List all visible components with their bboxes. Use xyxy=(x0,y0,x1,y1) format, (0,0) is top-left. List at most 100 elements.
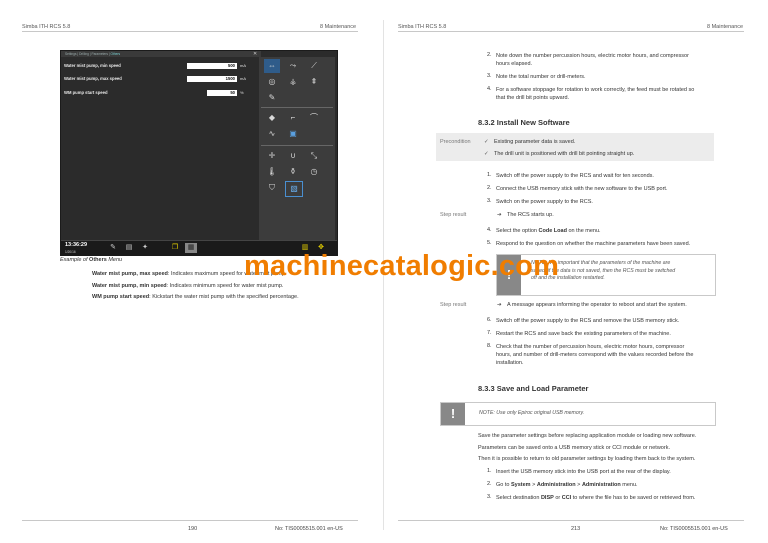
paragraph: Parameters can be saved onto a USB memor… xyxy=(478,445,670,451)
step-number: 2. xyxy=(487,52,492,58)
step-number: 6. xyxy=(487,317,492,323)
document-icon: ▤ xyxy=(125,244,133,251)
wave-icon: ∿ xyxy=(268,129,276,138)
description-min-speed: Water mist pump, min speed: Indicates mi… xyxy=(92,283,284,289)
others-selected-icon: ▧ xyxy=(285,181,303,197)
rig-arm-icon: ⤳ xyxy=(289,61,297,70)
step-text: Restart the RCS and save back the existi… xyxy=(496,331,671,337)
icon-divider xyxy=(261,107,333,108)
step-number: 2. xyxy=(487,481,492,487)
param-row: Water mist pump, max speed 1500 mA xyxy=(64,76,246,82)
left-page-number: 190 xyxy=(188,526,198,532)
oil-icon: ⚱ xyxy=(289,167,297,176)
left-doc-number: No: TIS0005515.001 en-US xyxy=(275,526,343,532)
edit-icon: ✎ xyxy=(110,244,116,251)
step-text: Insert the USB memory stick into the USB… xyxy=(496,469,671,475)
close-icon: ✕ xyxy=(253,51,258,57)
arrow-right-icon: ➔ xyxy=(497,302,502,308)
right-header-rule xyxy=(398,31,744,32)
arrow-right-icon: ➔ xyxy=(497,212,502,218)
step-number: 4. xyxy=(487,86,492,92)
grid-icon: ▦ xyxy=(185,243,197,253)
water-icon: ▣ xyxy=(289,129,297,138)
param-value-field: 500 xyxy=(187,63,237,69)
feed-icon: ⟋ xyxy=(311,61,317,70)
step-text: Switch off the power supply to the RCS a… xyxy=(496,318,680,324)
figure-caption: Example of Others Menu xyxy=(60,257,123,263)
right-header-title: Simba ITH RCS 5.8 xyxy=(398,24,447,30)
precondition-label: Precondition xyxy=(440,139,471,145)
step-number: 3. xyxy=(487,494,492,500)
step-number: 3. xyxy=(487,198,492,204)
param-row: Water mist pump, min speed 500 mA xyxy=(64,63,246,69)
step-text: Switch on the power supply to the RCS. xyxy=(496,199,593,205)
clock: 13:36:29 xyxy=(65,242,88,248)
section-heading-save: 8.3.3 Save and Load Parameter xyxy=(478,384,589,393)
drill-tool-icon: ⇔ xyxy=(264,59,280,73)
paragraph: Save the parameter settings before repla… xyxy=(478,433,697,439)
step-text: Check that the number of percussion hour… xyxy=(496,344,694,366)
angle-icon: ⤡ xyxy=(310,151,318,160)
settings-icon: ✦ xyxy=(142,244,148,251)
layers-icon: ❐ xyxy=(171,244,179,251)
others-menu-screenshot: Settings | Drilling | Parameters | Other… xyxy=(60,50,338,256)
step-text: Select destination DISP or CCI to where … xyxy=(496,495,696,501)
right-header-section: 8 Maintenance xyxy=(707,24,744,30)
step-number: 1. xyxy=(487,172,492,178)
note-text: NOTE: Use only Epiroc original USB memor… xyxy=(479,410,585,416)
check-icon: ✓ xyxy=(484,139,489,145)
step-text: Switch off the power supply to the RCS a… xyxy=(496,173,654,179)
date: 1/20/16 xyxy=(65,250,76,254)
param-value-field: 1500 xyxy=(187,76,237,82)
right-doc-number: No: TIS0005515.001 en-US xyxy=(660,526,728,532)
left-footer-rule xyxy=(22,520,358,521)
param-row: WM pump start speed 50 % xyxy=(64,90,244,96)
note-box: ! NOTE: Use only Epiroc original USB mem… xyxy=(440,402,716,426)
step-text: Connect the USB memory stick with the ne… xyxy=(496,186,668,192)
step-number: 1. xyxy=(487,468,492,474)
step-result-text: A message appears informing the operator… xyxy=(507,302,687,308)
lift-icon: ⇞ xyxy=(310,77,318,86)
right-footer-rule xyxy=(398,520,744,521)
step-text: For a software stoppage for rotation to … xyxy=(496,87,695,101)
frame-icon: ⌐ xyxy=(290,113,296,122)
step-number: 4. xyxy=(487,227,492,233)
description-start-speed: WM pump start speed: Kickstart the water… xyxy=(92,294,299,300)
spray-icon: ⚶ xyxy=(289,77,297,86)
watermark: machinecatalogic.com xyxy=(244,250,560,282)
step-text: Select the option Code Load on the menu. xyxy=(496,228,601,234)
magnet-icon: ∪ xyxy=(290,151,296,160)
shield-icon: ⛉ xyxy=(269,183,275,192)
paragraph: Then it is possible to return to old par… xyxy=(478,456,696,462)
timer-icon: ◷ xyxy=(310,167,318,176)
icon-divider xyxy=(261,145,333,146)
light-icon: ◆ xyxy=(268,113,276,122)
right-page-number: 213 xyxy=(571,526,581,532)
precondition-item: Existing parameter data is saved. xyxy=(494,139,576,145)
step-text: Go to System > Administration > Administ… xyxy=(496,482,638,488)
step-number: 5. xyxy=(487,240,492,246)
param-value-field: 50 xyxy=(207,90,237,96)
breadcrumb: Settings | Drilling | Parameters | Other… xyxy=(61,51,261,57)
step-text: Note the total number or drill-meters. xyxy=(496,74,586,80)
step-number: 3. xyxy=(487,73,492,79)
pump-icon: ◎ xyxy=(268,77,276,86)
step-result-label: Step result xyxy=(440,302,467,308)
check-icon: ✓ xyxy=(484,151,489,157)
section-heading-install: 8.3.2 Install New Software xyxy=(478,118,570,127)
left-header-rule xyxy=(22,31,358,32)
step-result-label: Step result xyxy=(440,212,467,218)
temperature-icon: 🌡 xyxy=(266,167,278,176)
step-number: 8. xyxy=(487,343,492,349)
step-number: 2. xyxy=(487,185,492,191)
warning-icon: ! xyxy=(441,403,465,425)
step-text: Note down the number percussion hours, e… xyxy=(496,53,689,67)
step-number: 7. xyxy=(487,330,492,336)
step-text: Respond to the question on whether the m… xyxy=(496,241,691,247)
left-header-title: Simba ITH RCS 5.8 xyxy=(22,24,71,30)
precondition-item: The drill unit is positioned with drill … xyxy=(494,151,635,157)
step-result-text: The RCS starts up. xyxy=(507,212,554,218)
direction-icon: ✛ xyxy=(268,151,276,160)
boom-icon: ⌒ xyxy=(310,113,318,122)
left-header-section: 8 Maintenance xyxy=(320,24,357,30)
